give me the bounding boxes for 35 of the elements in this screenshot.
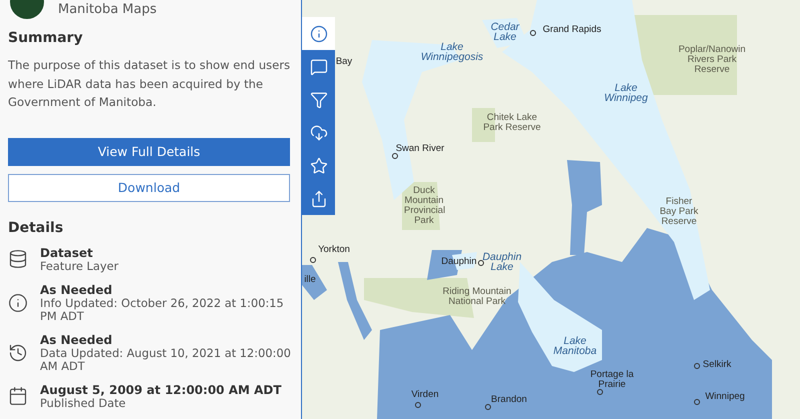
park-label: Riding Mountain National Park (442, 287, 512, 307)
park-label: Fisher Bay Park Reserve (658, 197, 700, 227)
city-label: Winnipeg (704, 392, 746, 402)
park-label: Poplar/Nanowin Rivers Park Reserve (677, 45, 747, 75)
city-label: Dauphin (440, 257, 478, 267)
city-label: Yorkton (317, 245, 351, 255)
download-button[interactable]: Download (8, 174, 290, 202)
lake-label: Lake Winnipegosis (420, 42, 484, 62)
park-label: Chitek Lake Park Reserve (482, 113, 542, 133)
section-heading: Details (8, 220, 64, 236)
city-label: Brandon (490, 395, 528, 405)
detail-text: Info Updated: October 26, 2022 at 1:00:15 PM ADT (40, 296, 285, 322)
city-label: Virden (410, 390, 440, 400)
organization-name: Manitoba Maps (58, 2, 157, 16)
detail-title: As Needed (40, 332, 114, 346)
detail-title: August 5, 2009 at 12:00:00 AM ADT (40, 382, 282, 396)
city-label: Grand Rapids (542, 25, 602, 35)
lake-label: Lake Winnipeg (604, 83, 648, 103)
summary-text: The purpose of this dataset is to show end users where LiDAR data has been acquired by the Government of Manitoba. (8, 57, 291, 111)
section-heading: Summary (8, 30, 84, 46)
city-label: Selkirk (702, 360, 732, 370)
detail-title: Dataset (40, 246, 94, 260)
city-label: Bay (334, 57, 354, 67)
lake-label: Dauphin Lake (482, 252, 522, 272)
lake-label: Lake Manitoba (552, 336, 598, 356)
view-details-button[interactable]: View Full Details (8, 138, 290, 166)
detail-title: As Needed (40, 282, 114, 296)
park-label: Duck Mountain Provincial Park (404, 186, 444, 226)
detail-text: Published Date (40, 396, 127, 410)
detail-text: Data Updated: August 10, 2021 at 12:00:00 AM ADT (40, 346, 291, 372)
city-label: ille (303, 275, 317, 285)
city-label: Swan River (394, 144, 446, 154)
detail-text: Feature Layer (40, 260, 118, 272)
lake-label: Cedar Lake (490, 22, 520, 42)
city-label: Portage la Prairie (589, 370, 635, 390)
